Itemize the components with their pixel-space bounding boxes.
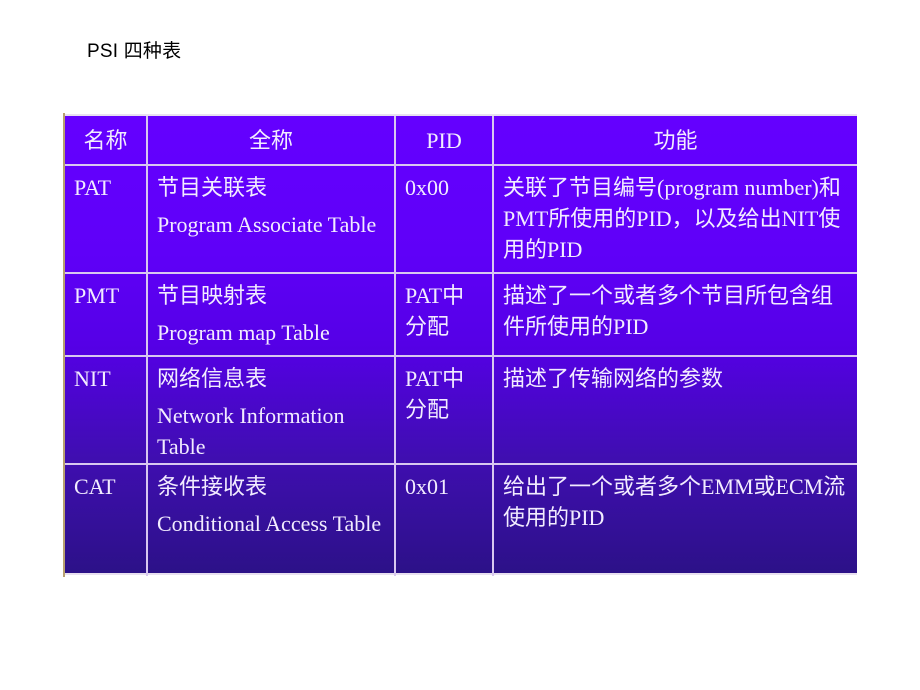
header-row: 名称 全称 PID 功能: [65, 116, 857, 166]
cell-full-name: 条件接收表 Conditional Access Table: [146, 463, 396, 576]
cell-pid: 0x00: [394, 164, 494, 274]
cell-name: PMT: [65, 272, 148, 357]
table-row: PAT 节目关联表 Program Associate Table 0x00 关…: [65, 164, 857, 274]
cell-pid: PAT中分配: [394, 272, 494, 357]
full-name-en: Network Information Table: [157, 403, 345, 459]
cell-function: 描述了传输网络的参数: [492, 355, 857, 465]
cell-function: 描述了一个或者多个节目所包含组件所使用的PID: [492, 272, 857, 357]
full-name-cn: 节目映射表: [157, 283, 268, 308]
header-pid: PID: [394, 116, 494, 166]
cell-pid: PAT中分配: [394, 355, 494, 465]
full-name-cn: 条件接收表: [157, 474, 268, 499]
table-row: NIT 网络信息表 Network Information Table PAT中…: [65, 355, 857, 465]
cell-function: 关联了节目编号(program number)和PMT所使用的PID，以及给出N…: [492, 164, 857, 274]
cell-pid: 0x01: [394, 463, 494, 576]
full-name-cn: 节目关联表: [157, 175, 268, 200]
cell-full-name: 节目映射表 Program map Table: [146, 272, 396, 357]
cell-function: 给出了一个或者多个EMM或ECM流使用的PID: [492, 463, 857, 576]
full-name-en: Conditional Access Table: [157, 511, 382, 536]
cell-full-name: 网络信息表 Network Information Table: [146, 355, 396, 465]
cell-name: NIT: [65, 355, 148, 465]
cell-name: PAT: [65, 164, 148, 274]
header-full-name: 全称: [146, 116, 396, 166]
table-row: PMT 节目映射表 Program map Table PAT中分配 描述了一个…: [65, 272, 857, 357]
psi-table-container: 名称 全称 PID 功能 PAT 节目关联表 Program Associate…: [65, 114, 857, 576]
full-name-en: Program map Table: [157, 320, 330, 345]
full-name-en: Program Associate Table: [157, 212, 377, 237]
table-row: CAT 条件接收表 Conditional Access Table 0x01 …: [65, 463, 857, 576]
header-name: 名称: [65, 116, 148, 166]
slide-title: PSI 四种表: [87, 41, 182, 62]
full-name-cn: 网络信息表: [157, 366, 268, 391]
psi-table: 名称 全称 PID 功能 PAT 节目关联表 Program Associate…: [65, 116, 857, 576]
header-function: 功能: [492, 116, 857, 166]
cell-full-name: 节目关联表 Program Associate Table: [146, 164, 396, 274]
cell-name: CAT: [65, 463, 148, 576]
